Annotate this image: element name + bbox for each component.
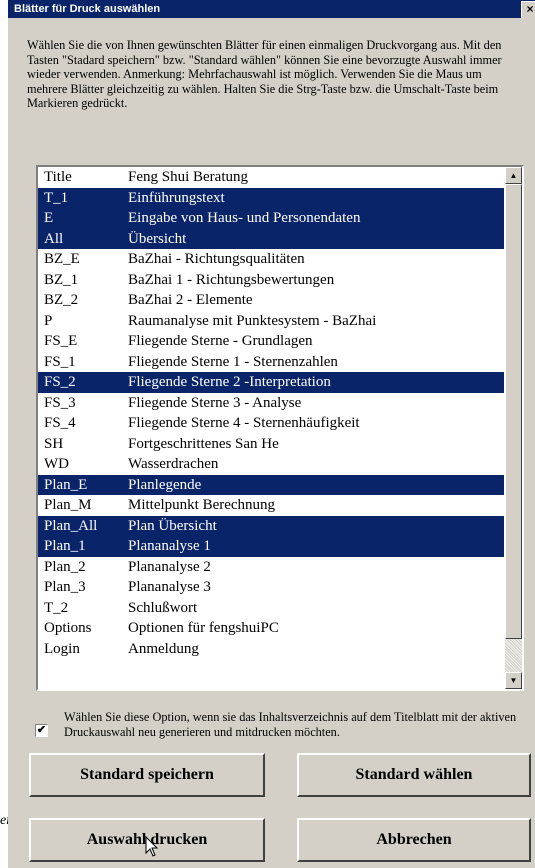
sheet-row[interactable]: Plan_2 Plananalyse 2 <box>38 557 504 578</box>
sheet-code: WD <box>44 456 69 472</box>
sheet-row[interactable]: P Raumanalyse mit Punktesystem - BaZhai <box>38 311 504 332</box>
sheet-code: Plan_All <box>44 517 98 534</box>
sheet-name: Eingabe von Haus- und Personendaten <box>128 210 361 226</box>
sheet-row[interactable]: FS_2 Fliegende Sterne 2 -Interpretation <box>38 372 504 393</box>
sheet-name: BaZhai - Richtungsqualitäten <box>128 251 305 267</box>
sheet-name: Raumanalyse mit Punktesystem - BaZhai <box>128 312 377 329</box>
choose-default-button[interactable]: Standard wählen <box>297 753 531 797</box>
sheet-name: Plananalyse 3 <box>128 579 211 595</box>
sheet-code: FS_E <box>44 333 78 349</box>
vertical-scrollbar[interactable]: ▲ ▼ <box>505 167 522 689</box>
sheet-row[interactable]: All Übersicht <box>38 228 504 249</box>
sheet-code: BZ_E <box>44 251 80 267</box>
sheet-listbox[interactable]: Title Feng Shui Beratung T_1 Einführungstex… <box>36 165 524 691</box>
arrow-up-icon: ▲ <box>509 171 518 180</box>
sheet-code: FS_3 <box>44 394 76 411</box>
sheet-row[interactable]: Plan_1 Plananalyse 1 <box>38 536 504 557</box>
sheet-name: Plananalyse 2 <box>128 558 211 575</box>
sheet-row[interactable]: WD Wasserdrachen <box>38 454 504 475</box>
sheet-row[interactable]: T_1 Einführungstext <box>38 187 504 208</box>
checkmark-icon: ✔ <box>36 724 47 736</box>
sheet-code: Login <box>44 640 80 657</box>
sheet-name: Feng Shui Beratung <box>128 169 248 185</box>
sheet-row[interactable]: Plan_3 Plananalyse 3 <box>38 577 504 598</box>
sheet-row[interactable]: SH Fortgeschrittenes San He <box>38 434 504 455</box>
close-button[interactable]: × <box>521 1 535 18</box>
sheet-code: BZ_2 <box>44 292 79 308</box>
sheet-name: Fliegende Sterne 2 -Interpretation <box>128 374 331 390</box>
sheet-row[interactable]: BZ_2 BaZhai 2 - Elemente <box>38 290 504 311</box>
sheet-name: Fliegende Sterne 1 - Sternenzahlen <box>128 353 338 370</box>
sheet-name: Plananalyse 1 <box>128 538 211 554</box>
instructions-text: Wählen Sie die von Ihnen gewünschten Blä… <box>27 38 515 111</box>
sheet-name: Fliegende Sterne 3 - Analyse <box>128 394 302 411</box>
regenerate-toc-checkbox[interactable]: ✔ <box>35 724 48 737</box>
sheet-code: FS_1 <box>44 353 76 370</box>
sheet-row[interactable]: Plan_E Planlegende <box>38 474 504 495</box>
sheet-row[interactable]: BZ_E BaZhai - Richtungsqualitäten <box>38 249 504 270</box>
sheet-code: P <box>44 312 53 329</box>
sheet-row[interactable]: Plan_M Mittelpunkt Berechnung <box>38 495 504 516</box>
sheet-code: Plan_2 <box>44 558 86 575</box>
regenerate-toc-label[interactable]: Wählen Sie diese Option, wenn sie das In… <box>64 710 534 740</box>
sheet-row[interactable]: T_2 Schlußwort <box>38 598 504 619</box>
save-default-button[interactable]: Standard speichern <box>29 753 265 797</box>
sheet-code: Plan_1 <box>44 538 86 554</box>
sheet-code: All <box>44 230 64 247</box>
sheet-code: FS_2 <box>44 374 76 390</box>
sheet-code: BZ_1 <box>44 271 79 288</box>
sheet-code: Title <box>44 169 72 185</box>
sheet-name: Einführungstext <box>128 189 225 206</box>
sheet-row[interactable]: FS_4 Fliegende Sterne 4 - Sternenhäufigke… <box>38 413 504 434</box>
sheet-code: Plan_M <box>44 497 92 513</box>
sheet-code: E <box>44 210 54 226</box>
sheet-row[interactable]: Login Anmeldung <box>38 639 504 660</box>
sheet-code: Plan_3 <box>44 579 86 595</box>
sheet-list: Title Feng Shui Beratung T_1 Einführungstex… <box>38 167 504 659</box>
sheet-row[interactable]: Plan_All Plan Übersicht <box>38 515 504 536</box>
scroll-up-button[interactable]: ▲ <box>505 167 522 184</box>
sheet-row[interactable]: FS_E Fliegende Sterne - Grundlagen <box>38 331 504 352</box>
sheet-name: Optionen für fengshuiPC <box>128 620 279 636</box>
sheet-name: BaZhai 1 - Richtungsbewertungen <box>128 271 335 288</box>
print-sheets-dialog: Blätter für Druck auswählen × Wählen Sie… <box>8 0 535 868</box>
sheet-name: Fliegende Sterne 4 - Sternenhäufigkeit <box>128 415 360 431</box>
cancel-button[interactable]: Abbrechen <box>297 818 531 862</box>
sheet-name: Schlußwort <box>128 599 198 616</box>
sheet-code: Options <box>44 620 92 636</box>
title-bar[interactable]: Blätter für Druck auswählen × <box>8 0 535 18</box>
sheet-code: T_2 <box>44 599 69 616</box>
arrow-down-icon: ▼ <box>509 676 518 685</box>
sheet-row[interactable]: FS_1 Fliegende Sterne 1 - Sternenzahlen <box>38 352 504 373</box>
sheet-row[interactable]: Options Optionen für fengshuiPC <box>38 618 504 639</box>
sheet-code: T_1 <box>44 189 69 206</box>
sheet-name: Anmeldung <box>128 640 199 657</box>
sheet-code: FS_4 <box>44 415 76 431</box>
sheet-name: Fliegende Sterne - Grundlagen <box>128 333 313 349</box>
sheet-name: Übersicht <box>128 230 187 247</box>
sheet-name: Plan Übersicht <box>128 517 217 534</box>
sheet-row[interactable]: BZ_1 BaZhai 1 - Richtungsbewertungen <box>38 270 504 291</box>
sheet-name: Fortgeschrittenes San He <box>128 435 279 452</box>
sheet-name: Planlegende <box>128 476 202 493</box>
sheet-name: Wasserdrachen <box>128 456 219 472</box>
sheet-code: SH <box>44 435 64 452</box>
scroll-down-button[interactable]: ▼ <box>505 672 522 689</box>
sheet-row[interactable]: FS_3 Fliegende Sterne 3 - Analyse <box>38 393 504 414</box>
scroll-thumb[interactable] <box>505 184 522 639</box>
sheet-row[interactable]: E Eingabe von Haus- und Personendaten <box>38 208 504 229</box>
sheet-row[interactable]: Title Feng Shui Beratung <box>38 167 504 188</box>
sheet-name: Mittelpunkt Berechnung <box>128 497 276 513</box>
mouse-pointer-icon <box>145 836 159 857</box>
window-title: Blätter für Druck auswählen <box>14 3 161 15</box>
sheet-code: Plan_E <box>44 476 88 493</box>
sheet-name: BaZhai 2 - Elemente <box>128 292 253 308</box>
instructions-paragraph: Wählen Sie die von Ihnen gewünschten Blä… <box>27 38 502 110</box>
